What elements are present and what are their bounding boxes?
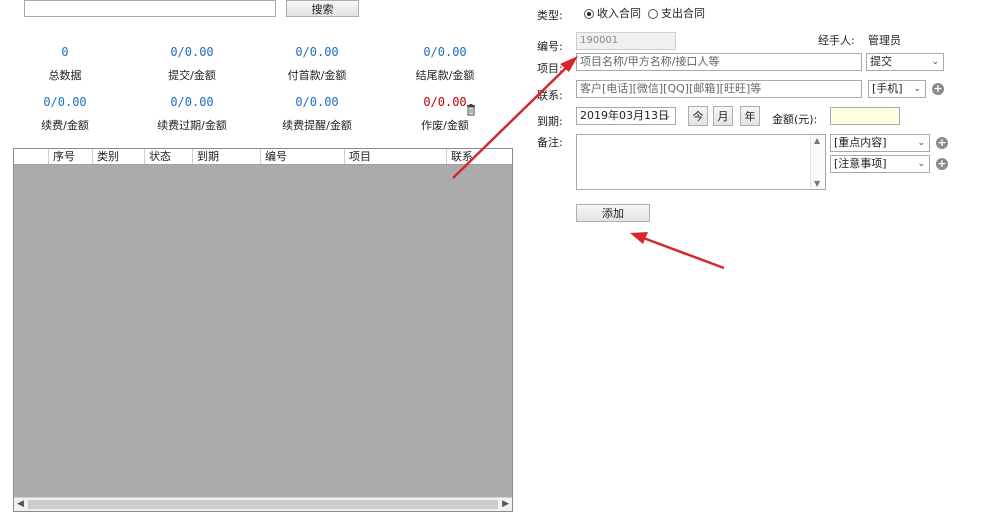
note-vertical-scrollbar[interactable]: ▲ ▼ <box>810 135 825 189</box>
id-label: 编号: <box>537 40 563 53</box>
contact-label: 联系: <box>537 89 563 102</box>
project-status-value: 提交 <box>870 55 892 68</box>
arrow-to-add-button <box>630 232 725 270</box>
radio-icon[interactable] <box>648 9 658 19</box>
note-content <box>577 135 825 139</box>
stat-renewal-expired-value: 0/0.00 <box>170 95 214 109</box>
scrollbar-thumb[interactable] <box>28 500 498 509</box>
calendar-dropdown-icon[interactable]: ⌄ <box>663 108 671 124</box>
month-button[interactable]: 月 <box>713 106 733 126</box>
chevron-down-icon: ⌄ <box>917 138 925 148</box>
today-button[interactable]: 今 <box>688 106 708 126</box>
stat-renewal-value: 0/0.00 <box>43 95 87 109</box>
scroll-left-icon[interactable]: ◀ <box>17 498 24 511</box>
id-field[interactable]: 190001 <box>576 32 676 50</box>
year-button[interactable]: 年 <box>740 106 760 126</box>
note-attention-select[interactable]: [注意事项] ⌄ <box>830 155 930 173</box>
note-key-value: [重点内容] <box>834 136 887 149</box>
stat-submitted-label: 提交/金额 <box>168 69 216 82</box>
due-date-picker[interactable]: 2019年03月13日 ⌄ <box>576 107 676 125</box>
column-header-index[interactable]: 序号 <box>48 149 92 164</box>
plus-circle-icon[interactable]: + <box>936 137 948 149</box>
stat-first-payment-value: 0/0.00 <box>295 45 339 59</box>
stat-first-payment-label: 付首款/金额 <box>287 69 347 82</box>
scroll-right-icon[interactable]: ▶ <box>502 498 509 511</box>
contact-placeholder: 客户[电话][微信][QQ][邮箱][旺旺]等 <box>580 82 762 95</box>
stat-renewal-expired-label: 续费过期/金额 <box>157 119 227 132</box>
stat-total-label: 总数据 <box>48 69 82 82</box>
amount-input[interactable] <box>830 107 900 125</box>
stat-void-label: 作废/金额 <box>421 119 469 132</box>
scroll-up-icon[interactable]: ▲ <box>814 136 820 145</box>
column-header-due[interactable]: 到期 <box>192 149 260 164</box>
stat-void-value: 0/0.00 <box>423 95 467 109</box>
stat-submitted-value: 0/0.00 <box>170 45 214 59</box>
chevron-down-icon: ⌄ <box>931 57 939 67</box>
project-label: 项目: <box>537 62 563 75</box>
chevron-down-icon: ⌄ <box>913 84 921 94</box>
search-button[interactable]: 搜索 <box>286 0 359 17</box>
plus-circle-icon[interactable]: + <box>932 83 944 95</box>
column-header-number[interactable]: 编号 <box>260 149 344 164</box>
contact-input[interactable]: 客户[电话][微信][QQ][邮箱][旺旺]等 <box>576 80 862 98</box>
radio-icon[interactable] <box>584 9 594 19</box>
due-label: 到期: <box>537 115 563 128</box>
stat-final-payment-label: 结尾款/金额 <box>415 69 475 82</box>
handler-label: 经手人: <box>818 34 855 47</box>
note-label: 备注: <box>537 136 563 149</box>
stat-final-payment-value: 0/0.00 <box>423 45 467 59</box>
add-button[interactable]: 添加 <box>576 204 650 222</box>
note-attention-value: [注意事项] <box>834 157 887 170</box>
horizontal-scrollbar[interactable]: ◀ ▶ <box>14 497 512 511</box>
handler-value: 管理员 <box>868 34 901 47</box>
stat-renewal-reminder-value: 0/0.00 <box>295 95 339 109</box>
note-key-select[interactable]: [重点内容] ⌄ <box>830 134 930 152</box>
stat-total-value: 0 <box>61 45 69 59</box>
project-placeholder: 项目名称/甲方名称/接口人等 <box>580 55 720 68</box>
stat-renewal-label: 续费/金额 <box>41 119 89 132</box>
column-header-category[interactable]: 类别 <box>92 149 144 164</box>
stat-renewal-reminder-label: 续费提醒/金额 <box>282 119 352 132</box>
project-status-select[interactable]: 提交 ⌄ <box>866 53 944 71</box>
contract-table[interactable]: 序号 类别 状态 到期 编号 项目 联系 ◀ ▶ <box>13 148 513 512</box>
contact-type-select[interactable]: [手机] ⌄ <box>868 80 926 98</box>
project-input[interactable]: 项目名称/甲方名称/接口人等 <box>576 53 862 71</box>
chevron-down-icon: ⌄ <box>917 159 925 169</box>
trash-icon[interactable] <box>466 104 476 116</box>
type-expense-label: 支出合同 <box>661 7 705 20</box>
due-date-value: 2019年03月13日 <box>580 109 669 122</box>
type-label: 类型: <box>537 9 563 22</box>
column-header-status[interactable]: 状态 <box>144 149 192 164</box>
search-input[interactable] <box>24 0 276 17</box>
amount-label: 金额(元): <box>772 113 818 126</box>
note-textarea[interactable]: ▲ ▼ <box>576 134 826 190</box>
plus-circle-icon[interactable]: + <box>936 158 948 170</box>
column-header-contact[interactable]: 联系 <box>446 149 512 164</box>
type-income-label: 收入合同 <box>597 7 641 20</box>
scroll-down-icon[interactable]: ▼ <box>814 179 820 188</box>
contact-type-value: [手机] <box>872 82 903 95</box>
type-radio-expense[interactable]: 支出合同 <box>648 5 705 21</box>
type-radio-income[interactable]: 收入合同 <box>584 5 641 21</box>
column-header-project[interactable]: 项目 <box>344 149 446 164</box>
table-header: 序号 类别 状态 到期 编号 项目 联系 <box>14 149 512 165</box>
